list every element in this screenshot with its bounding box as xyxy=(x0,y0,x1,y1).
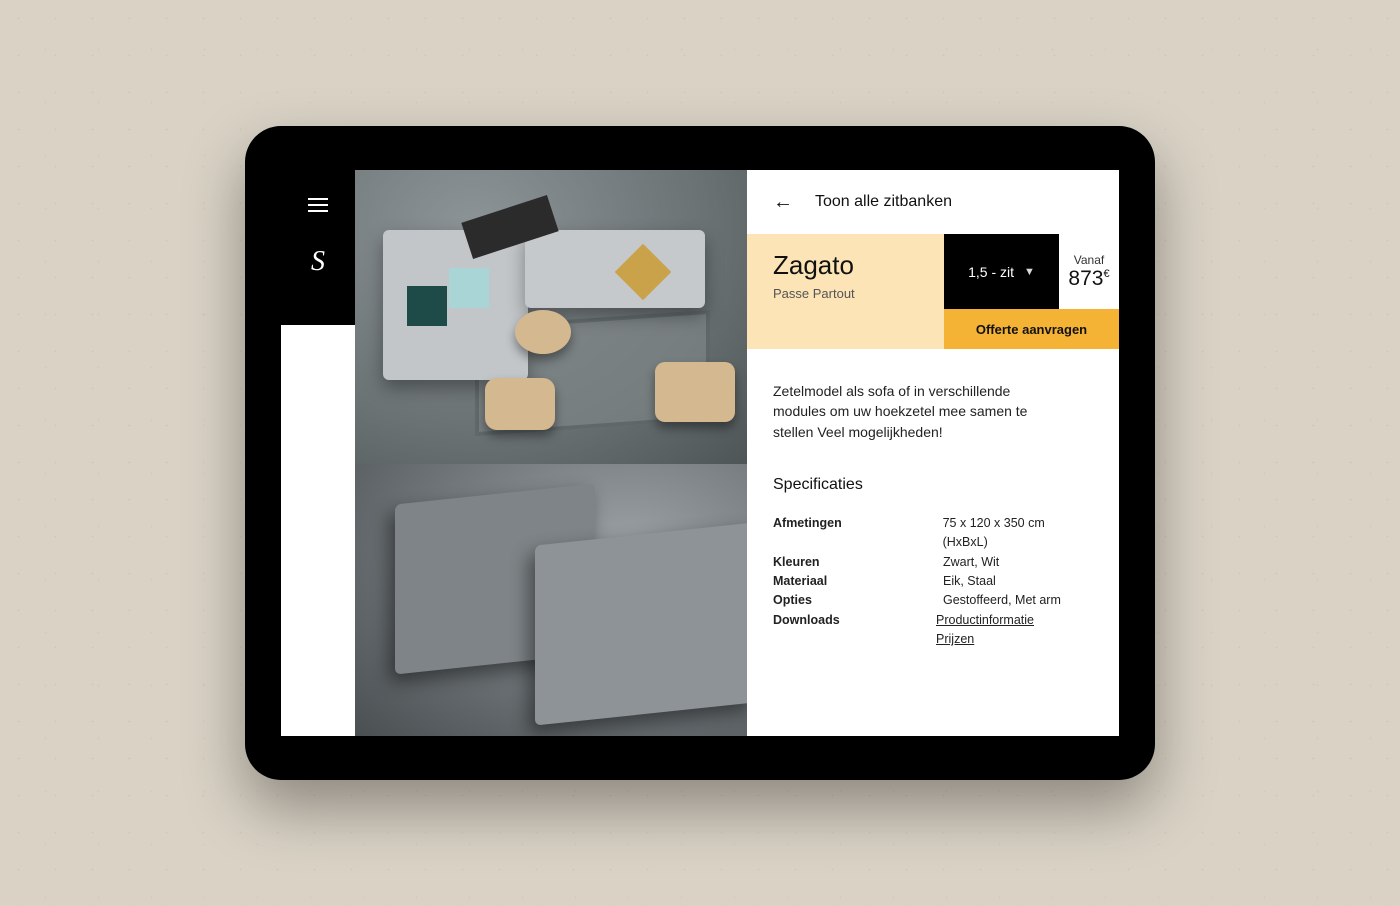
spec-value: 75 x 120 x 350 cm (HxBxL) xyxy=(943,514,1093,553)
brand-logo[interactable]: S xyxy=(311,246,325,278)
variant-select[interactable]: 1,5 - zit ▼ xyxy=(944,234,1059,309)
product-title-row: Zagato Passe Partout 1,5 - zit ▼ Vanaf 8… xyxy=(747,234,1119,309)
product-brand: Passe Partout xyxy=(773,286,918,301)
product-name: Zagato xyxy=(773,250,918,281)
product-image-bottom[interactable] xyxy=(355,464,747,736)
arrow-left-icon: ← xyxy=(773,192,793,212)
spec-key: Materiaal xyxy=(773,572,943,591)
spec-row: Kleuren Zwart, Wit xyxy=(773,553,1093,572)
spec-value: Productinformatie Prijzen xyxy=(936,611,1093,650)
spec-value: Eik, Staal xyxy=(943,572,996,591)
tablet-frame: S xyxy=(245,126,1155,780)
spec-row: Afmetingen 75 x 120 x 350 cm (HxBxL) xyxy=(773,514,1093,553)
product-gallery xyxy=(355,170,747,736)
price-value: 873€ xyxy=(1068,267,1109,291)
spec-key: Downloads xyxy=(773,611,936,650)
spec-key: Kleuren xyxy=(773,553,943,572)
spec-row: Downloads Productinformatie Prijzen xyxy=(773,611,1093,650)
product-description: Zetelmodel als sofa of in verschillende … xyxy=(747,349,1087,442)
product-detail-panel: ← Toon alle zitbanken Zagato Passe Parto… xyxy=(747,170,1119,736)
back-label: Toon alle zitbanken xyxy=(815,193,952,211)
variant-selected-label: 1,5 - zit xyxy=(968,264,1014,280)
spec-value: Zwart, Wit xyxy=(943,553,999,572)
specs-section: Specificaties Afmetingen 75 x 120 x 350 … xyxy=(747,442,1119,650)
download-link[interactable]: Productinformatie xyxy=(936,613,1034,627)
price-block: Vanaf 873€ xyxy=(1059,234,1119,309)
main-area: ← Toon alle zitbanken Zagato Passe Parto… xyxy=(355,170,1119,736)
request-quote-button[interactable]: Offerte aanvragen xyxy=(944,309,1119,349)
menu-icon[interactable] xyxy=(308,198,328,212)
cta-spacer xyxy=(747,309,944,349)
spec-value: Gestoffeerd, Met arm xyxy=(943,591,1061,610)
chevron-down-icon: ▼ xyxy=(1024,266,1035,278)
price-from-label: Vanaf xyxy=(1074,253,1104,267)
product-title-block: Zagato Passe Partout xyxy=(747,234,944,309)
spec-row: Materiaal Eik, Staal xyxy=(773,572,1093,591)
app-screen: S xyxy=(281,170,1119,736)
product-image-top[interactable] xyxy=(355,170,747,464)
cta-row: Offerte aanvragen xyxy=(747,309,1119,349)
spec-key: Opties xyxy=(773,591,943,610)
spec-key: Afmetingen xyxy=(773,514,943,553)
download-link[interactable]: Prijzen xyxy=(936,632,974,646)
back-link[interactable]: ← Toon alle zitbanken xyxy=(747,170,1119,234)
specs-heading: Specificaties xyxy=(773,476,1093,494)
spec-row: Opties Gestoffeerd, Met arm xyxy=(773,591,1093,610)
sidebar: S xyxy=(281,170,355,325)
sidebar-column: S xyxy=(281,170,355,736)
